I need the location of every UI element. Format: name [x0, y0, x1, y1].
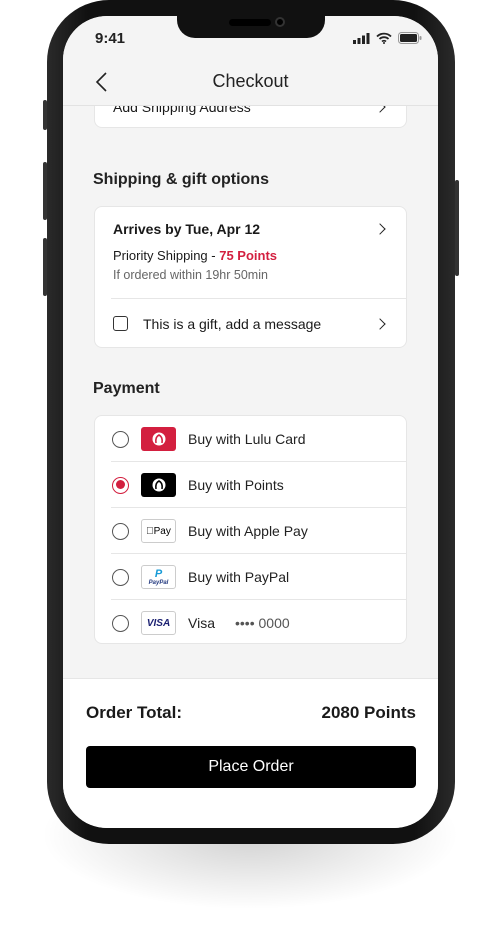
- place-order-button[interactable]: Place Order: [86, 746, 416, 788]
- shipping-method-name: Priority Shipping -: [113, 248, 220, 263]
- shipping-cost: 75 Points: [219, 248, 278, 263]
- payment-option-apple-pay[interactable]: Pay Buy with Apple Pay: [95, 508, 406, 554]
- radio-button[interactable]: [112, 568, 129, 586]
- status-icons: [353, 32, 422, 44]
- payment-heading: Payment: [93, 380, 160, 397]
- nav-header: 9:41 Checkout: [63, 16, 438, 106]
- shipping-method-row[interactable]: Arrives by Tue, Apr 12 Priority Shipping…: [95, 207, 406, 299]
- payment-label: Buy with Lulu Card: [188, 431, 306, 447]
- order-summary-footer: Order Total: 2080 Points Place Order: [63, 678, 438, 828]
- mute-switch: [43, 100, 47, 130]
- payment-options-card: Buy with Lulu Card Buy with Points Pay …: [94, 415, 407, 644]
- gift-label: This is a gift, add a message: [143, 316, 322, 332]
- gift-option-row[interactable]: This is a gift, add a message: [95, 299, 406, 349]
- signal-icon: [353, 32, 370, 44]
- apple-pay-logo-icon: Pay: [141, 519, 176, 543]
- arrival-date: Arrives by Tue, Apr 12: [113, 221, 261, 237]
- payment-label: Buy with Points: [188, 477, 284, 493]
- payment-option-points[interactable]: Buy with Points: [95, 462, 406, 508]
- radio-button-selected[interactable]: [112, 476, 129, 494]
- chevron-right-icon: [374, 223, 386, 235]
- gift-checkbox[interactable]: [113, 316, 128, 331]
- status-time: 9:41: [95, 30, 126, 47]
- volume-up-button: [43, 162, 47, 220]
- shipping-cutoff: If ordered within 19hr 50min: [113, 268, 268, 282]
- order-total-value: 2080 Points: [321, 703, 417, 722]
- volume-down-button: [43, 238, 47, 296]
- order-total-label: Order Total:: [86, 703, 183, 722]
- shipping-card: Arrives by Tue, Apr 12 Priority Shipping…: [94, 206, 407, 348]
- battery-icon: [398, 32, 422, 44]
- card-masked-number: •••• 0000: [235, 615, 290, 631]
- lululemon-logo-icon: [141, 473, 176, 497]
- payment-option-visa[interactable]: VISA Visa •••• 0000: [95, 600, 406, 646]
- wifi-icon: [376, 32, 392, 44]
- radio-button[interactable]: [112, 522, 129, 540]
- chevron-right-icon: [374, 318, 386, 330]
- payment-option-paypal[interactable]: P PayPal Buy with PayPal: [95, 554, 406, 600]
- payment-label: Visa: [188, 615, 215, 631]
- lululemon-logo-icon: [141, 427, 176, 451]
- visa-logo-icon: VISA: [141, 611, 176, 635]
- paypal-logo-icon: P PayPal: [141, 565, 176, 589]
- payment-option-lulu-card[interactable]: Buy with Lulu Card: [95, 416, 406, 462]
- radio-button[interactable]: [112, 614, 129, 632]
- notch: [177, 16, 325, 38]
- radio-button[interactable]: [112, 430, 129, 448]
- payment-label: Buy with PayPal: [188, 569, 290, 585]
- shipping-heading: Shipping & gift options: [93, 171, 269, 188]
- screen: 9:41 Checkout Add Shipping Address Shipp…: [63, 16, 438, 828]
- power-button: [455, 180, 459, 276]
- page-title: Checkout: [212, 71, 289, 91]
- payment-label: Buy with Apple Pay: [188, 523, 308, 539]
- shipping-method: Priority Shipping - 75 Points: [113, 248, 277, 263]
